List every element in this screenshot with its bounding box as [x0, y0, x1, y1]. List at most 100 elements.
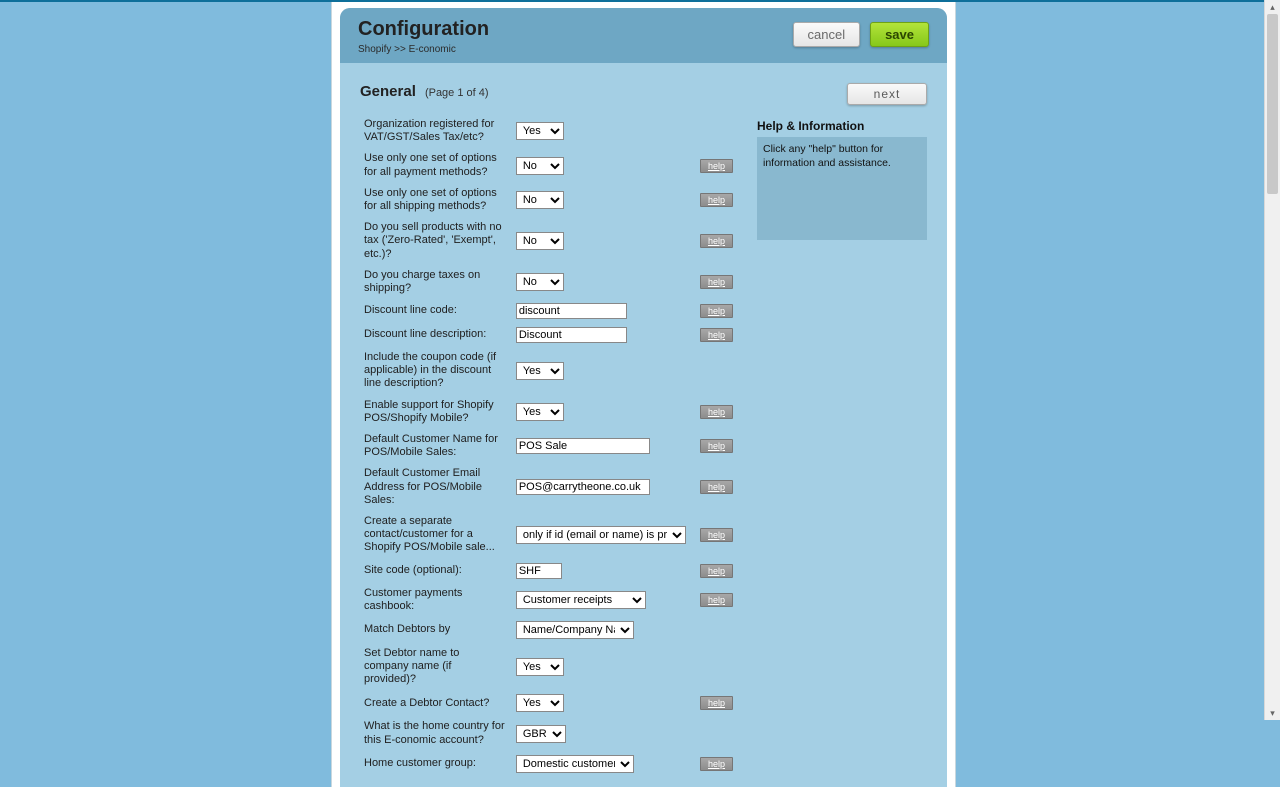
- header: Configuration Shopify >> E-conomic cance…: [340, 8, 947, 63]
- help-button-discDesc[interactable]: help: [700, 328, 733, 342]
- help-cell-debtorCompany: [690, 643, 737, 691]
- input-oneShipping[interactable]: YesNo: [516, 191, 564, 209]
- input-homeGroup[interactable]: Domestic customers: [516, 755, 634, 773]
- help-button-zeroRated[interactable]: help: [700, 234, 733, 248]
- help-button-debtorContact[interactable]: help: [700, 696, 733, 710]
- section-pager: (Page 1 of 4): [425, 87, 489, 99]
- input-posEmail[interactable]: [516, 479, 650, 495]
- help-cell-discDesc: help: [690, 323, 737, 347]
- panel-outer: Configuration Shopify >> E-conomic cance…: [331, 2, 956, 787]
- form-row-oneShipping: Use only one set of options for all ship…: [360, 183, 737, 217]
- input-discDesc[interactable]: [516, 327, 627, 343]
- input-siteCode[interactable]: [516, 563, 562, 579]
- help-cell-homeGroup: help: [690, 751, 737, 777]
- help-button-discCode[interactable]: help: [700, 304, 733, 318]
- input-taxShipping[interactable]: YesNo: [516, 273, 564, 291]
- help-button-siteCode[interactable]: help: [700, 564, 733, 578]
- help-button-posContact[interactable]: help: [700, 528, 733, 542]
- input-posName[interactable]: [516, 438, 650, 454]
- help-cell-posContact: help: [690, 511, 737, 559]
- form-row-discCode: Discount line code: help: [360, 299, 737, 323]
- help-button-pos[interactable]: help: [700, 405, 733, 419]
- help-cell-coupon: [690, 347, 737, 395]
- label-matchDebtor: Match Debtors by: [360, 617, 512, 643]
- help-panel-title: Help & Information: [757, 119, 927, 133]
- scrollbar-thumb[interactable]: [1267, 14, 1278, 194]
- form-row-onePayment: Use only one set of options for all paym…: [360, 148, 737, 182]
- help-button-oneShipping[interactable]: help: [700, 193, 733, 207]
- input-debtorCompany[interactable]: YesNo: [516, 658, 564, 676]
- field-cell-taxShipping: YesNo: [512, 265, 690, 299]
- help-cell-posEmail: help: [690, 463, 737, 511]
- help-button-taxShipping[interactable]: help: [700, 275, 733, 289]
- help-cell-zeroRated: help: [690, 217, 737, 265]
- help-cell-siteCode: help: [690, 559, 737, 583]
- label-pos: Enable support for Shopify POS/Shopify M…: [360, 395, 512, 429]
- form-row-homeCountry: What is the home country for this E-cono…: [360, 716, 737, 750]
- input-vat[interactable]: YesNo: [516, 122, 564, 140]
- label-debtorCompany: Set Debtor name to company name (if prov…: [360, 643, 512, 691]
- help-cell-oneShipping: help: [690, 183, 737, 217]
- help-cell-discCode: help: [690, 299, 737, 323]
- input-debtorContact[interactable]: YesNo: [516, 694, 564, 712]
- help-panel-body: Click any "help" button for information …: [757, 137, 927, 240]
- help-button-posEmail[interactable]: help: [700, 480, 733, 494]
- form-row-pos: Enable support for Shopify POS/Shopify M…: [360, 395, 737, 429]
- input-discCode[interactable]: [516, 303, 627, 319]
- label-homeGroup: Home customer group:: [360, 751, 512, 777]
- help-cell-vat: [690, 114, 737, 148]
- label-posEmail: Default Customer Email Address for POS/M…: [360, 463, 512, 511]
- help-cell-homeCountry: [690, 716, 737, 750]
- field-cell-zeroRated: YesNo: [512, 217, 690, 265]
- input-posContact[interactable]: only if id (email or name) is provided: [516, 526, 686, 544]
- field-cell-vat: YesNo: [512, 114, 690, 148]
- form-row-taxShipping: Do you charge taxes on shipping?YesNohel…: [360, 265, 737, 299]
- input-pos[interactable]: YesNo: [516, 403, 564, 421]
- help-cell-matchDebtor: [690, 617, 737, 643]
- help-cell-onePayment: help: [690, 148, 737, 182]
- label-vat: Organization registered for VAT/GST/Sale…: [360, 114, 512, 148]
- input-onePayment[interactable]: YesNo: [516, 157, 564, 175]
- field-cell-homeCountry: GBR: [512, 716, 690, 750]
- field-cell-debtorCompany: YesNo: [512, 643, 690, 691]
- field-cell-posName: [512, 429, 690, 463]
- help-button-onePayment[interactable]: help: [700, 159, 733, 173]
- label-coupon: Include the coupon code (if applicable) …: [360, 347, 512, 395]
- help-button-homeGroup[interactable]: help: [700, 757, 733, 771]
- label-discCode: Discount line code:: [360, 299, 512, 323]
- form-row-debtorContact: Create a Debtor Contact?YesNohelp: [360, 690, 737, 716]
- label-cashbook: Customer payments cashbook:: [360, 583, 512, 617]
- field-cell-siteCode: [512, 559, 690, 583]
- form-row-posName: Default Customer Name for POS/Mobile Sal…: [360, 429, 737, 463]
- input-zeroRated[interactable]: YesNo: [516, 232, 564, 250]
- browser-scrollbar[interactable]: ▴ ▾: [1264, 0, 1280, 720]
- save-button[interactable]: save: [870, 22, 929, 47]
- field-cell-discCode: [512, 299, 690, 323]
- input-homeCountry[interactable]: GBR: [516, 725, 566, 743]
- field-cell-posContact: only if id (email or name) is provided: [512, 511, 690, 559]
- scrollbar-up-icon[interactable]: ▴: [1265, 0, 1280, 14]
- label-zeroRated: Do you sell products with no tax ('Zero-…: [360, 217, 512, 265]
- config-form: Organization registered for VAT/GST/Sale…: [360, 114, 737, 777]
- field-cell-matchDebtor: Name/Company Name: [512, 617, 690, 643]
- scrollbar-down-icon[interactable]: ▾: [1265, 706, 1280, 720]
- help-cell-cashbook: help: [690, 583, 737, 617]
- label-discDesc: Discount line description:: [360, 323, 512, 347]
- field-cell-posEmail: [512, 463, 690, 511]
- input-coupon[interactable]: YesNo: [516, 362, 564, 380]
- field-cell-debtorContact: YesNo: [512, 690, 690, 716]
- label-oneShipping: Use only one set of options for all ship…: [360, 183, 512, 217]
- help-button-posName[interactable]: help: [700, 439, 733, 453]
- label-posName: Default Customer Name for POS/Mobile Sal…: [360, 429, 512, 463]
- form-row-vat: Organization registered for VAT/GST/Sale…: [360, 114, 737, 148]
- cancel-button[interactable]: cancel: [793, 22, 861, 47]
- next-button[interactable]: next: [847, 83, 927, 105]
- input-cashbook[interactable]: Customer receipts: [516, 591, 646, 609]
- help-cell-pos: help: [690, 395, 737, 429]
- input-matchDebtor[interactable]: Name/Company Name: [516, 621, 634, 639]
- help-cell-posName: help: [690, 429, 737, 463]
- field-cell-onePayment: YesNo: [512, 148, 690, 182]
- field-cell-discDesc: [512, 323, 690, 347]
- form-row-discDesc: Discount line description: help: [360, 323, 737, 347]
- help-button-cashbook[interactable]: help: [700, 593, 733, 607]
